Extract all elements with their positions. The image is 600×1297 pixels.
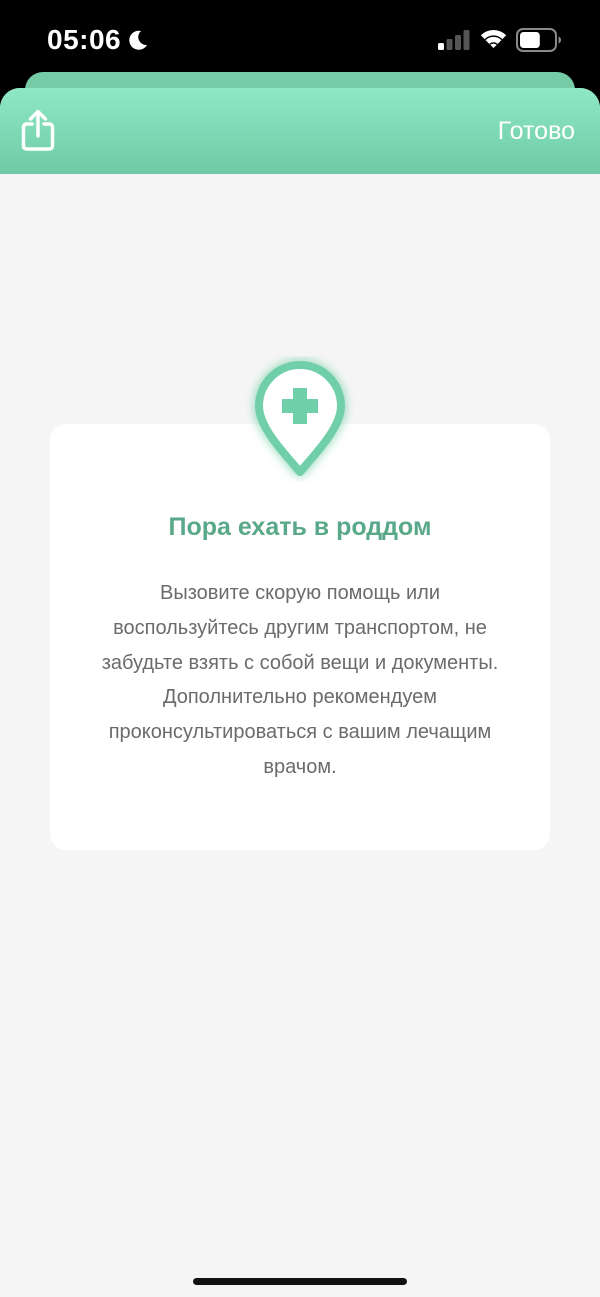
card-title: Пора ехать в роддом [168, 513, 432, 541]
wifi-icon [480, 29, 507, 48]
status-time: 05:06 [47, 24, 122, 55]
card-text: Вызовите скорую помощь или воспользуйтес… [101, 582, 499, 778]
modal-sheet: Готово Пора ехать в роддом Вызовите скор… [0, 88, 600, 1297]
info-card: Пора ехать в роддом Вызовите скорую помо… [50, 424, 550, 850]
cellular-signal-icon [438, 30, 470, 50]
share-icon [21, 109, 55, 151]
status-bar: 05:06 [0, 0, 600, 80]
share-button[interactable] [18, 108, 62, 154]
medical-location-pin-icon [255, 361, 345, 476]
done-button[interactable]: Готово [498, 114, 575, 148]
moon-icon [129, 30, 147, 50]
nav-bar: Готово [0, 88, 600, 174]
battery-icon [516, 28, 561, 52]
home-indicator [193, 1278, 407, 1285]
